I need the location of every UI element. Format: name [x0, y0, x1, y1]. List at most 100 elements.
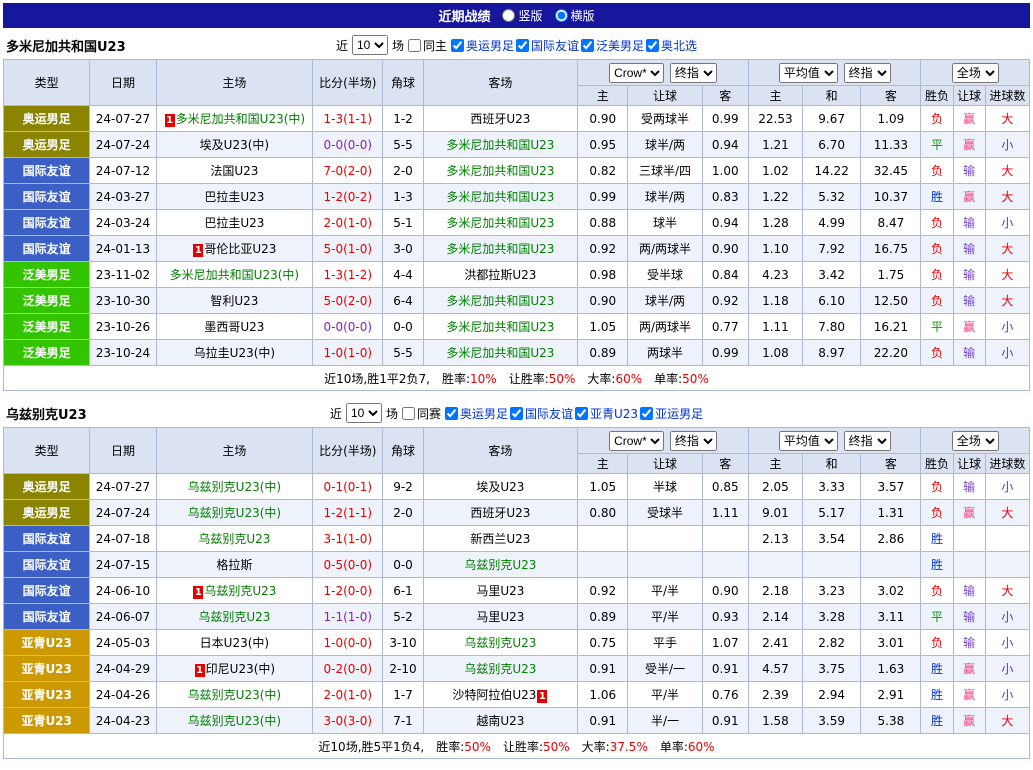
- match-type: 泛美男足: [4, 314, 90, 340]
- home-team[interactable]: 格拉斯: [156, 552, 313, 578]
- competition-filter-checkbox[interactable]: [575, 407, 588, 420]
- away-team[interactable]: 乌兹别克U23: [423, 630, 578, 656]
- home-team[interactable]: 多米尼加共和国U23(中): [156, 262, 313, 288]
- col-avg-away: 客: [861, 454, 921, 474]
- away-team[interactable]: 埃及U23: [423, 474, 578, 500]
- avg-draw-odds: 7.92: [803, 236, 861, 262]
- match-type: 亚青U23: [4, 682, 90, 708]
- competition-filter[interactable]: 泛美男足: [581, 37, 644, 54]
- near-count-select[interactable]: 10: [352, 35, 388, 55]
- avg-home-odds: 2.05: [748, 474, 802, 500]
- away-team[interactable]: 西班牙U23: [423, 500, 578, 526]
- final-index-select[interactable]: 终指: [670, 431, 717, 451]
- home-team[interactable]: 乌兹别克U23(中): [156, 500, 313, 526]
- same-filter-checkbox[interactable]: 同赛: [402, 405, 441, 422]
- home-team[interactable]: 乌兹别克U23(中): [156, 682, 313, 708]
- competition-filter[interactable]: 奥北选: [646, 37, 697, 54]
- competition-filter-checkbox[interactable]: [640, 407, 653, 420]
- avg-home-odds: 1.08: [748, 340, 802, 366]
- home-team[interactable]: 智利U23: [156, 288, 313, 314]
- layout-radio-vertical[interactable]: 竖版: [502, 7, 542, 24]
- home-team[interactable]: 乌拉圭U23(中): [156, 340, 313, 366]
- away-team[interactable]: 马里U23: [423, 578, 578, 604]
- away-team[interactable]: 多米尼加共和国U23: [423, 210, 578, 236]
- home-team[interactable]: 埃及U23(中): [156, 132, 313, 158]
- away-team[interactable]: 多米尼加共和国U23: [423, 158, 578, 184]
- avg-draw-odds: 3.59: [803, 708, 861, 734]
- same-checkbox-input[interactable]: [402, 407, 415, 420]
- col-avg-home: 主: [748, 86, 802, 106]
- company-select[interactable]: Crow*: [609, 431, 664, 451]
- competition-filter[interactable]: 国际友谊: [510, 405, 573, 422]
- handicap-line: 球半/两: [628, 288, 702, 314]
- layout-radio-horizontal[interactable]: 横版: [555, 7, 595, 24]
- away-team[interactable]: 洪都拉斯U23: [423, 262, 578, 288]
- final-index-select-2[interactable]: 终指: [844, 431, 891, 451]
- same-checkbox-input[interactable]: [408, 39, 421, 52]
- home-team[interactable]: 乌兹别克U23(中): [156, 708, 313, 734]
- away-team[interactable]: 多米尼加共和国U23: [423, 132, 578, 158]
- home-team[interactable]: 巴拉圭U23: [156, 210, 313, 236]
- away-team[interactable]: 越南U23: [423, 708, 578, 734]
- competition-filter-checkbox[interactable]: [581, 39, 594, 52]
- average-select[interactable]: 平均值: [779, 431, 838, 451]
- match-type: 亚青U23: [4, 656, 90, 682]
- near-count-select[interactable]: 10: [346, 403, 382, 423]
- competition-filter-checkbox[interactable]: [646, 39, 659, 52]
- col-outcome: 胜负: [921, 86, 953, 106]
- away-team[interactable]: 西班牙U23: [423, 106, 578, 132]
- result-handicap: 赢: [953, 500, 985, 526]
- away-team[interactable]: 多米尼加共和国U23: [423, 184, 578, 210]
- match-date: 24-07-27: [90, 106, 156, 132]
- competition-filter[interactable]: 奥运男足: [445, 405, 508, 422]
- handicap-group-header: Crow* 终指: [578, 428, 749, 454]
- home-team[interactable]: 巴拉圭U23: [156, 184, 313, 210]
- home-team[interactable]: 日本U23(中): [156, 630, 313, 656]
- competition-filter-checkbox[interactable]: [445, 407, 458, 420]
- home-team[interactable]: 法国U23: [156, 158, 313, 184]
- competition-filter[interactable]: 国际友谊: [516, 37, 579, 54]
- home-team[interactable]: 乌兹别克U23: [156, 526, 313, 552]
- competition-filter-checkbox[interactable]: [451, 39, 464, 52]
- away-team[interactable]: 多米尼加共和国U23: [423, 314, 578, 340]
- same-filter-checkbox[interactable]: 同主: [408, 37, 447, 54]
- handicap-away-odds: 0.83: [702, 184, 748, 210]
- handicap-home-odds: 0.95: [578, 132, 628, 158]
- away-team[interactable]: 乌兹别克U23: [423, 552, 578, 578]
- away-team[interactable]: 马里U23: [423, 604, 578, 630]
- red-card-badge: 1: [537, 690, 547, 703]
- handicap-away-odds: 0.99: [702, 106, 748, 132]
- home-team[interactable]: 乌兹别克U23: [156, 604, 313, 630]
- avg-draw-odds: 3.75: [803, 656, 861, 682]
- home-team[interactable]: 墨西哥U23: [156, 314, 313, 340]
- full-match-select[interactable]: 全场: [952, 63, 999, 83]
- competition-filter-checkbox[interactable]: [516, 39, 529, 52]
- horizontal-radio[interactable]: [555, 9, 568, 22]
- vertical-radio[interactable]: [502, 9, 515, 22]
- competition-filter[interactable]: 亚青U23: [575, 405, 638, 422]
- home-team[interactable]: 乌兹别克U23(中): [156, 474, 313, 500]
- company-select[interactable]: Crow*: [609, 63, 664, 83]
- away-team[interactable]: 多米尼加共和国U23: [423, 340, 578, 366]
- col-handicap-home: 主: [578, 454, 628, 474]
- away-team[interactable]: 多米尼加共和国U23: [423, 288, 578, 314]
- away-team[interactable]: 多米尼加共和国U23: [423, 236, 578, 262]
- home-team[interactable]: 1乌兹别克U23: [156, 578, 313, 604]
- away-team[interactable]: 新西兰U23: [423, 526, 578, 552]
- competition-filter[interactable]: 亚运男足: [640, 405, 703, 422]
- corner-score: 2-0: [383, 158, 423, 184]
- full-match-select[interactable]: 全场: [952, 431, 999, 451]
- handicap-line: 受球半: [628, 500, 702, 526]
- away-team[interactable]: 乌兹别克U23: [423, 656, 578, 682]
- avg-home-odds: [748, 552, 802, 578]
- avg-draw-odds: 5.17: [803, 500, 861, 526]
- average-select[interactable]: 平均值: [779, 63, 838, 83]
- final-index-select[interactable]: 终指: [670, 63, 717, 83]
- final-index-select-2[interactable]: 终指: [844, 63, 891, 83]
- home-team[interactable]: 1哥伦比亚U23: [156, 236, 313, 262]
- home-team[interactable]: 1印尼U23(中): [156, 656, 313, 682]
- away-team[interactable]: 沙特阿拉伯U231: [423, 682, 578, 708]
- home-team[interactable]: 1多米尼加共和国U23(中): [156, 106, 313, 132]
- competition-filter[interactable]: 奥运男足: [451, 37, 514, 54]
- competition-filter-checkbox[interactable]: [510, 407, 523, 420]
